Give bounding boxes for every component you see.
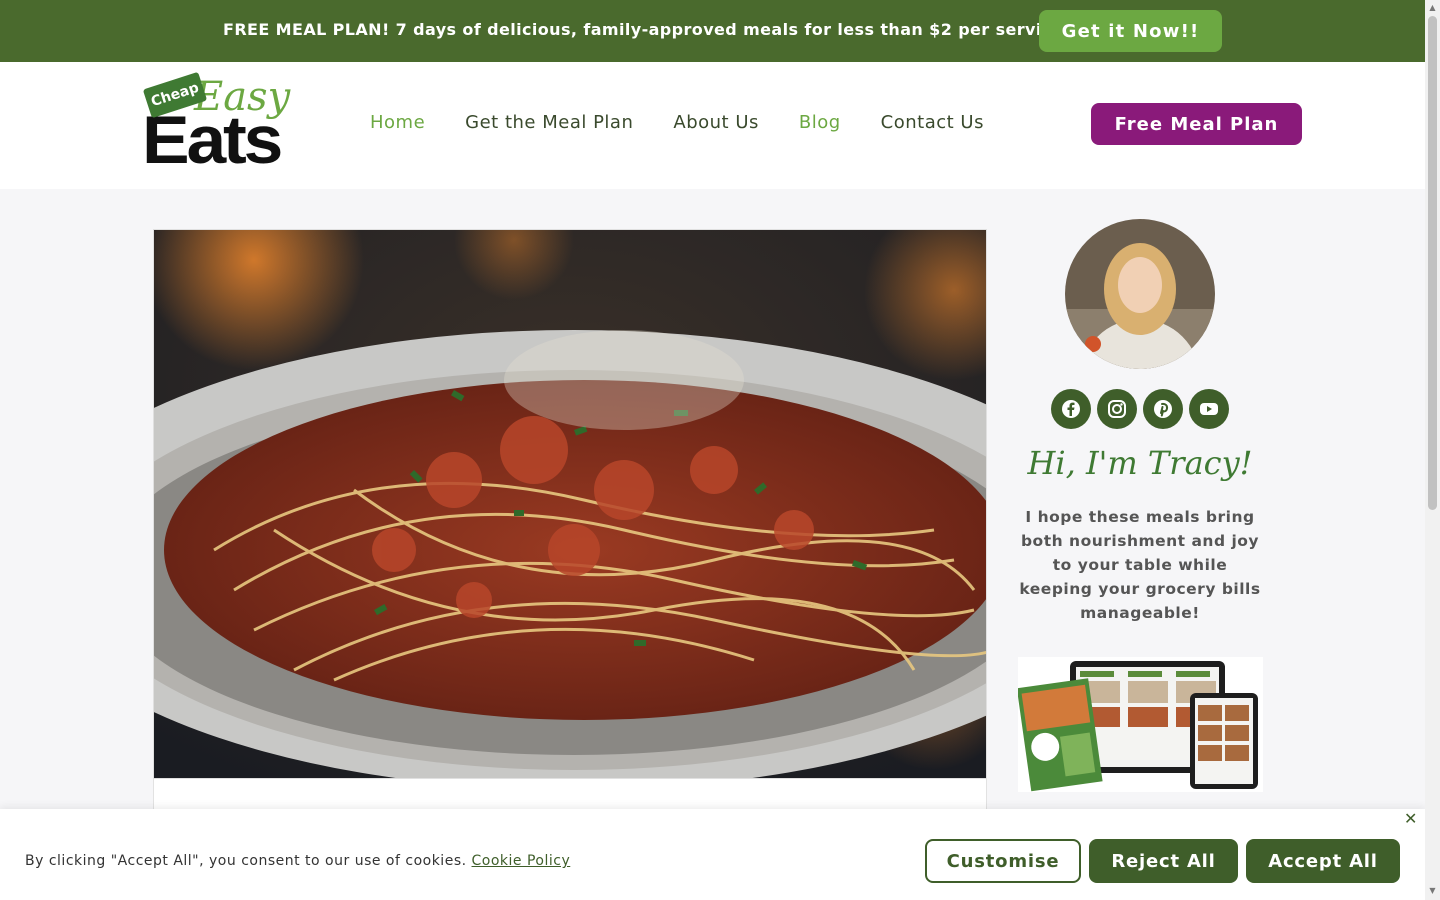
cookie-consent-text: By clicking "Accept All", you consent to… (25, 853, 467, 869)
promo-bar: FREE MEAL PLAN! 7 days of delicious, fam… (0, 0, 1425, 62)
nav-blog[interactable]: Blog (799, 112, 841, 133)
social-links (1051, 389, 1229, 429)
free-meal-plan-button[interactable]: Free Meal Plan (1091, 103, 1302, 145)
scroll-thumb[interactable] (1428, 16, 1437, 510)
get-it-now-button[interactable]: Get it Now!! (1039, 10, 1222, 52)
page-scrollbar[interactable]: ▲ ▼ (1425, 0, 1440, 900)
site-logo[interactable]: Easy Eats Cheap (142, 70, 290, 178)
pinterest-icon[interactable] (1143, 389, 1183, 429)
youtube-icon[interactable] (1189, 389, 1229, 429)
nav-get-meal-plan[interactable]: Get the Meal Plan (465, 112, 633, 133)
scroll-down-icon[interactable]: ▼ (1428, 886, 1437, 895)
nav-home[interactable]: Home (370, 112, 425, 133)
author-greeting: Hi, I'm Tracy! (1027, 444, 1253, 482)
reject-all-button[interactable]: Reject All (1089, 839, 1238, 883)
nav-about-us[interactable]: About Us (673, 112, 759, 133)
nav-contact-us[interactable]: Contact Us (881, 112, 984, 133)
cookie-policy-link[interactable]: Cookie Policy (472, 853, 571, 869)
cookie-message: By clicking "Accept All", you consent to… (25, 853, 570, 869)
scroll-up-icon[interactable]: ▲ (1428, 3, 1437, 12)
customise-button[interactable]: Customise (925, 839, 1081, 883)
accept-all-button[interactable]: Accept All (1246, 839, 1400, 883)
author-bio: I hope these meals bring both nourishmen… (1019, 508, 1261, 622)
logo-eats-text: Eats (142, 102, 283, 178)
cookie-close-icon[interactable]: ✕ (1404, 809, 1417, 828)
site-header: Easy Eats Cheap Home Get the Meal Plan A… (0, 62, 1425, 189)
meal-plan-promo-image[interactable] (1018, 657, 1263, 792)
hero-image (153, 229, 987, 779)
instagram-icon[interactable] (1097, 389, 1137, 429)
author-avatar (1065, 219, 1215, 369)
spaghetti-photo (154, 230, 986, 778)
promo-text: FREE MEAL PLAN! 7 days of delicious, fam… (223, 20, 1066, 39)
main-nav: Home Get the Meal Plan About Us Blog Con… (370, 112, 984, 133)
cookie-banner: ✕ By clicking "Accept All", you consent … (0, 809, 1425, 900)
facebook-icon[interactable] (1051, 389, 1091, 429)
